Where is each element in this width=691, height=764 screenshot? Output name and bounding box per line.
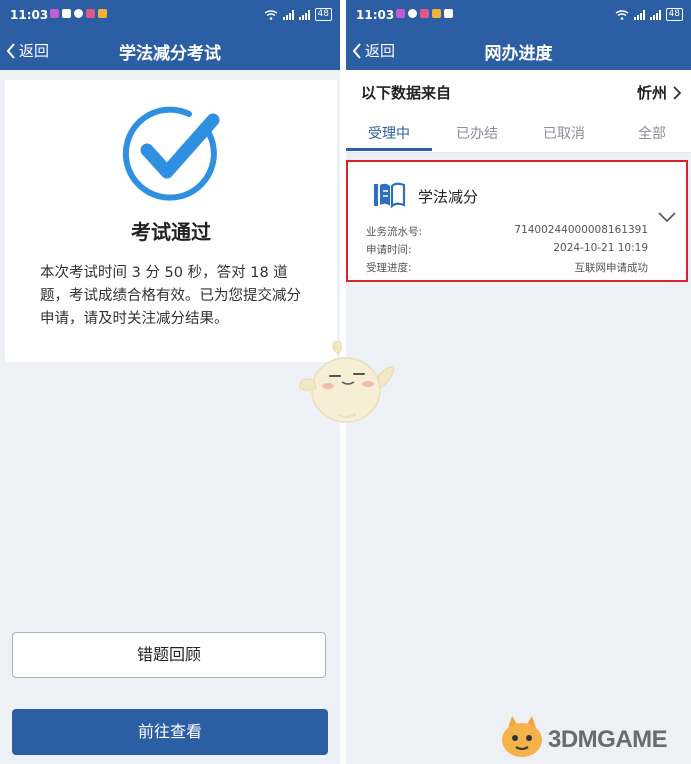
watermark-logo	[502, 716, 542, 757]
signal-icon	[649, 9, 661, 20]
notification-icons	[50, 9, 107, 18]
signal-icon	[282, 9, 294, 20]
row-label: 业务流水号:	[366, 226, 423, 238]
application-card[interactable]: 学法减分 业务流水号: 71400244000008161391 申请时间: 2…	[346, 160, 688, 282]
chevron-right-icon	[673, 85, 681, 100]
row-label: 申请时间:	[366, 244, 412, 256]
wrong-questions-review-button[interactable]: 错题回顾	[12, 632, 326, 678]
tab-all[interactable]: 全部	[638, 123, 666, 143]
signal-icon	[633, 9, 645, 20]
status-bar: 11:03 48	[0, 0, 340, 30]
row-value: 互联网申请成功	[574, 262, 649, 274]
left-screen: 11:03 48 返回 学法减分考试 考试通过 本次考试时间 3 分 50 秒，…	[0, 0, 340, 764]
signal-icon	[298, 9, 310, 20]
page-title: 学法减分考试	[119, 44, 221, 64]
battery-icon: 48	[314, 8, 332, 21]
exam-result-card: 考试通过 本次考试时间 3 分 50 秒，答对 18 道题，考试成绩合格有效。已…	[5, 80, 337, 362]
city-selector[interactable]: 忻州	[637, 82, 681, 103]
row-label: 受理进度:	[366, 262, 412, 274]
status-time: 11:03	[10, 8, 49, 22]
notification-icons	[396, 9, 453, 18]
battery-icon: 48	[665, 8, 683, 21]
watermark-text: 3DMGAME	[548, 726, 668, 753]
page-title: 网办进度	[484, 44, 553, 64]
application-name: 学法减分	[418, 188, 479, 206]
result-description: 本次考试时间 3 分 50 秒，答对 18 道题，考试成绩合格有效。已为您提交减…	[40, 265, 301, 327]
result-title: 考试通过	[131, 220, 211, 244]
row-value: 2024-10-21 10:19	[553, 242, 648, 254]
apply-time-row: 申请时间: 2024-10-21 10:19	[366, 242, 648, 257]
status-bar: 11:03 48	[346, 0, 691, 30]
nav-bar: 返回 网办进度	[346, 30, 691, 70]
wifi-icon	[264, 9, 277, 20]
data-source-bar: 以下数据来自 忻州	[346, 70, 691, 112]
mascot-sticker	[299, 341, 395, 423]
active-tab-indicator	[346, 148, 432, 151]
tab-processing[interactable]: 受理中	[368, 123, 410, 143]
row-value: 71400244000008161391	[514, 224, 648, 236]
serial-number-row: 业务流水号: 71400244000008161391	[366, 224, 648, 239]
progress-row: 受理进度: 互联网申请成功	[366, 260, 648, 275]
status-tabs: 受理中 已办结 已取消 全部	[346, 112, 691, 153]
go-view-button[interactable]: 前往查看	[12, 709, 328, 755]
status-right: 48	[264, 8, 332, 21]
nav-bar: 返回 学法减分考试	[0, 30, 340, 70]
wifi-icon	[615, 9, 628, 20]
tab-completed[interactable]: 已办结	[456, 123, 498, 143]
tab-cancelled[interactable]: 已取消	[543, 123, 585, 143]
status-time: 11:03	[356, 8, 395, 22]
status-right: 48	[615, 8, 683, 21]
book-icon	[374, 182, 406, 208]
chevron-down-icon[interactable]	[658, 212, 676, 222]
check-circle-icon	[122, 106, 220, 201]
data-source-label: 以下数据来自	[361, 84, 452, 102]
city-name: 忻州	[636, 84, 667, 102]
